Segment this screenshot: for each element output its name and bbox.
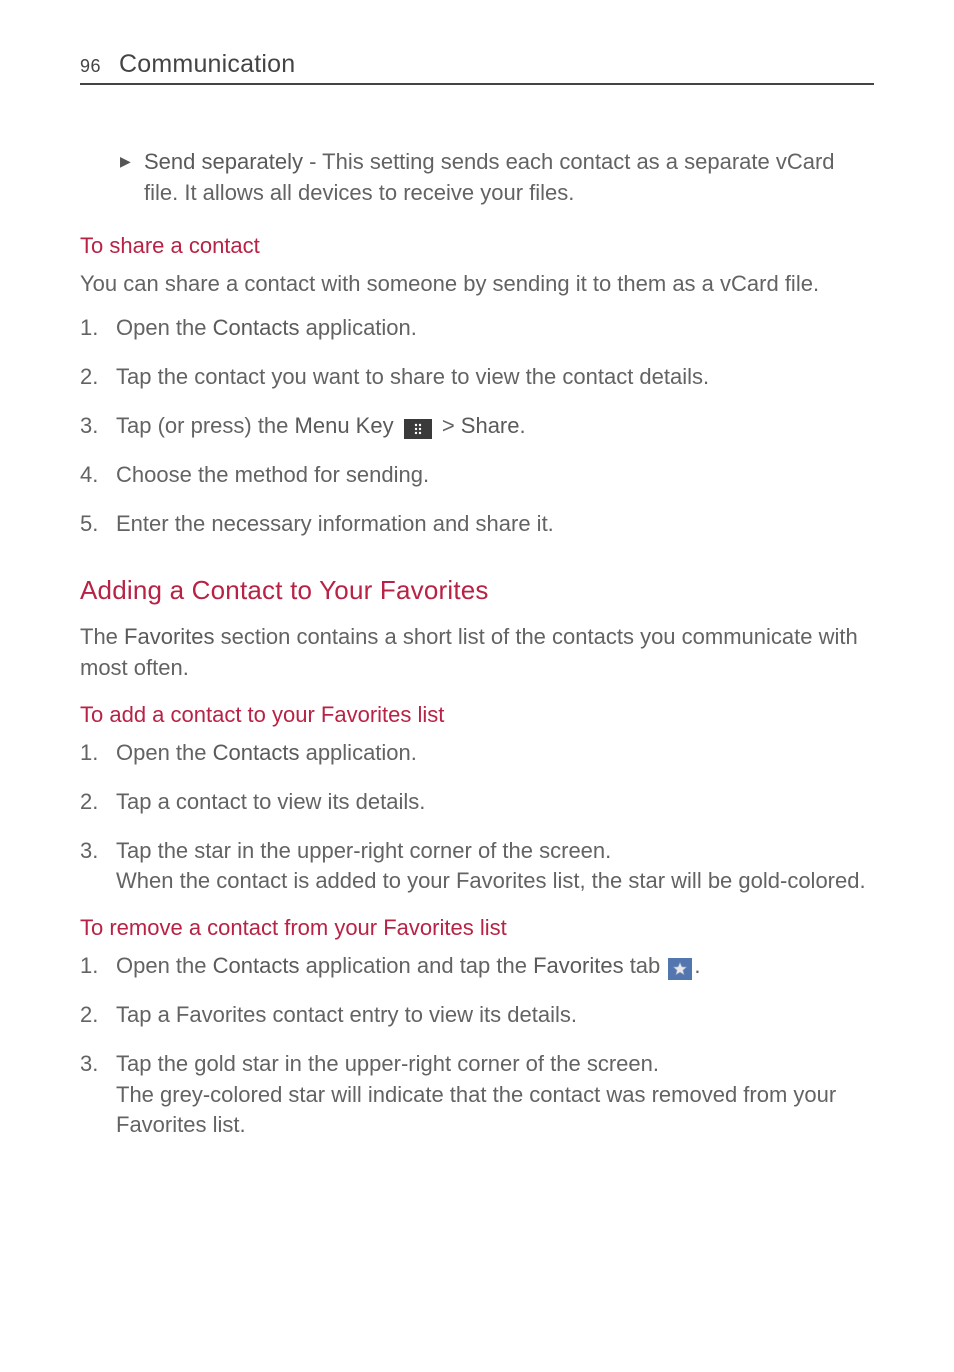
list-item: Open the Contacts application and tap th… [80, 951, 874, 982]
text: Tap the star in the upper-right corner o… [116, 838, 611, 863]
list-item: Choose the method for sending. [80, 460, 874, 491]
text: The [80, 624, 124, 649]
tab-name: Favorites [533, 953, 623, 978]
add-favorite-steps: Open the Contacts application. Tap a con… [80, 738, 874, 897]
share-intro: You can share a contact with someone by … [80, 269, 874, 300]
text: . [694, 953, 700, 978]
section-name: Favorites [124, 624, 214, 649]
text: application and tap the [299, 953, 533, 978]
subheading-remove-favorite: To remove a contact from your Favorites … [80, 915, 874, 941]
text: application. [299, 740, 416, 765]
list-item: Tap a Favorites contact entry to view it… [80, 1000, 874, 1031]
subheading-add-favorite: To add a contact to your Favorites list [80, 702, 874, 728]
page-number: 96 [80, 56, 101, 77]
favorites-tab-icon [668, 958, 692, 980]
text: Open the [116, 740, 213, 765]
text: Open the [116, 315, 213, 340]
heading-adding-favorites: Adding a Contact to Your Favorites [80, 575, 874, 606]
text: Tap (or press) the [116, 413, 295, 438]
list-item: Tap the gold star in the upper-right cor… [80, 1049, 874, 1141]
list-item: Tap (or press) the Menu Key > Share. [80, 411, 874, 442]
section-title: Communication [119, 50, 295, 79]
text: Open the [116, 953, 213, 978]
text: When the contact is added to your Favori… [116, 868, 866, 893]
list-item: Open the Contacts application. [80, 738, 874, 769]
list-item: Open the Contacts application. [80, 313, 874, 344]
app-name: Contacts [213, 740, 300, 765]
list-item: Tap the contact you want to share to vie… [80, 362, 874, 393]
triangle-bullet-icon: ▶ [120, 147, 144, 209]
bullet-label: Send separately [144, 149, 303, 174]
favorites-intro: The Favorites section contains a short l… [80, 622, 874, 684]
text: > [436, 413, 461, 438]
page-root: 96 Communication ▶ Send separately - Thi… [0, 0, 954, 1141]
menu-key-icon [404, 419, 432, 439]
menu-option: Share [461, 413, 520, 438]
subheading-share-contact: To share a contact [80, 233, 874, 259]
page-header: 96 Communication [80, 50, 874, 85]
list-item: Tap a contact to view its details. [80, 787, 874, 818]
bullet-text: Send separately - This setting sends eac… [144, 147, 874, 209]
text: application. [299, 315, 416, 340]
bullet-send-separately: ▶ Send separately - This setting sends e… [120, 147, 874, 209]
share-steps: Open the Contacts application. Tap the c… [80, 313, 874, 539]
list-item: Tap the star in the upper-right corner o… [80, 836, 874, 898]
list-item: Enter the necessary information and shar… [80, 509, 874, 540]
text: The grey-colored star will indicate that… [116, 1082, 836, 1138]
text: . [520, 413, 526, 438]
app-name: Contacts [213, 953, 300, 978]
text: tab [624, 953, 667, 978]
remove-favorite-steps: Open the Contacts application and tap th… [80, 951, 874, 1141]
key-name: Menu Key [295, 413, 394, 438]
text: Tap the gold star in the upper-right cor… [116, 1051, 659, 1076]
app-name: Contacts [213, 315, 300, 340]
